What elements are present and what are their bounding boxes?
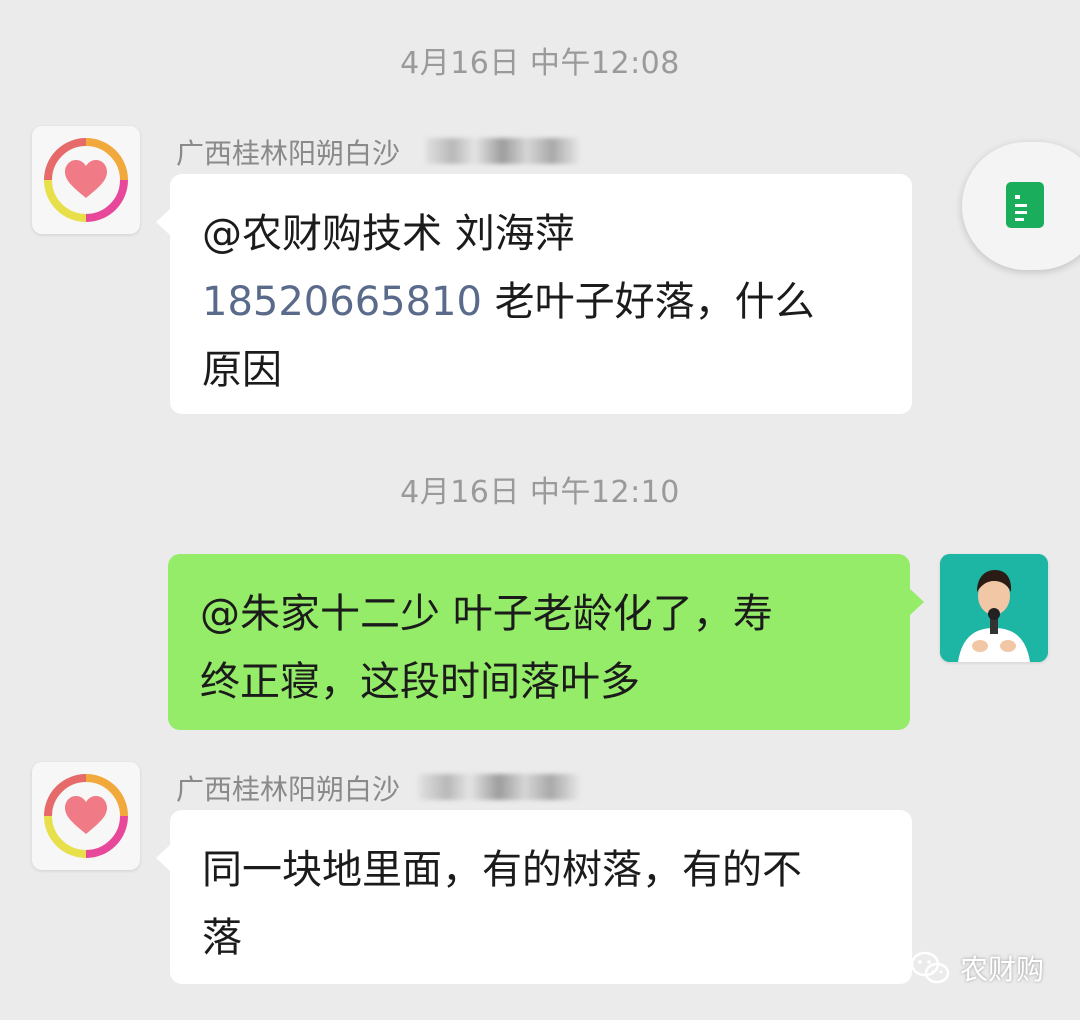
heart-ring-icon — [44, 774, 128, 858]
timestamp: 4月16日 中午12:08 — [400, 46, 680, 81]
phone-link[interactable]: 18520665810 — [202, 279, 482, 325]
bubble-tail — [909, 588, 924, 616]
message-text-line: 原因 — [202, 347, 282, 393]
redacted-name — [418, 774, 580, 800]
floating-doc-button[interactable] — [962, 142, 1080, 270]
watermark: 农财购 — [910, 948, 1044, 988]
message-text-line: @农财购技术 刘海萍 — [202, 211, 575, 257]
sender-avatar[interactable] — [32, 126, 140, 234]
heart-ring-icon — [44, 138, 128, 222]
message-text-line: 落 — [202, 915, 242, 961]
bubble-tail — [156, 208, 171, 236]
message-bubble[interactable]: @朱家十二少 叶子老龄化了，寿 终正寝，这段时间落叶多 — [168, 554, 924, 730]
sender-name: 广西桂林阳朔白沙 — [176, 137, 401, 170]
redacted-name — [425, 138, 580, 164]
message-bubble[interactable]: @农财购技术 刘海萍 18520665810 老叶子好落，什么 原因 — [156, 174, 912, 414]
person-avatar-icon — [940, 554, 1048, 662]
document-icon — [1006, 182, 1044, 228]
message-bubble[interactable]: 同一块地里面，有的树落，有的不 落 — [156, 810, 912, 984]
sender-avatar[interactable] — [32, 762, 140, 870]
message-text-line: 同一块地里面，有的树落，有的不 — [202, 847, 802, 893]
timestamp: 4月16日 中午12:10 — [400, 475, 680, 510]
message-text-line: 18520665810 老叶子好落，什么 — [202, 268, 882, 336]
sender-name: 广西桂林阳朔白沙 — [176, 773, 401, 806]
message-text: 老叶子好落，什么 — [481, 279, 815, 325]
message-text-line: @朱家十二少 叶子老龄化了，寿 — [200, 591, 773, 637]
bubble-tail — [156, 844, 171, 872]
watermark-label: 农财购 — [959, 953, 1044, 986]
wechat-icon — [910, 951, 950, 984]
message-text-line: 终正寝，这段时间落叶多 — [200, 659, 640, 705]
self-avatar[interactable] — [940, 554, 1048, 662]
